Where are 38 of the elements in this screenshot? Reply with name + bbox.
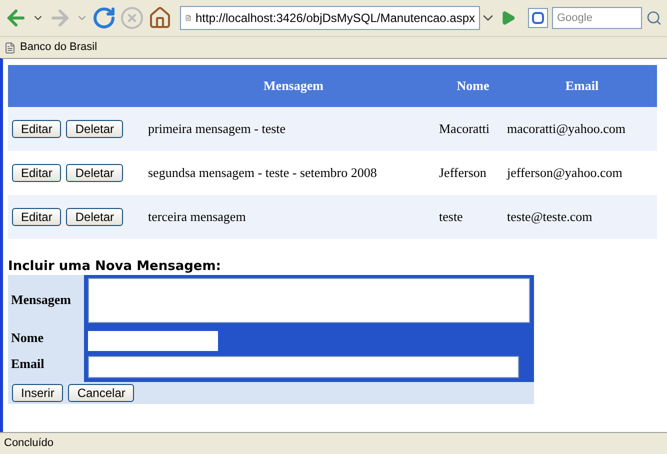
bookmark-link[interactable]: Banco do Brasil [20, 39, 98, 56]
delete-button[interactable]: Deletar [66, 208, 124, 226]
column-header: Nome [456, 78, 490, 94]
table-cell: terceira mensagem [148, 209, 246, 224]
table-cell: primeira mensagem - teste [148, 121, 286, 136]
search-engine-icon[interactable] [528, 8, 548, 28]
message-field[interactable] [88, 278, 530, 323]
insert-button[interactable]: Inserir [12, 384, 64, 402]
search-icon[interactable] [646, 10, 662, 26]
go-icon[interactable] [500, 10, 516, 26]
field-label: Mensagem [11, 291, 71, 310]
field-label: Nome [11, 329, 44, 348]
field-label: Email [11, 355, 44, 374]
table-cell: segundsa mensagem - teste - setembro 2008 [148, 165, 377, 180]
form-title: Incluir uma Nova Mensagem: [8, 259, 222, 275]
reload-icon[interactable] [92, 6, 116, 30]
table-cell: macoratti@yahoo.com [507, 121, 626, 136]
table-cell: jefferson@yahoo.com [507, 165, 622, 180]
home-icon[interactable] [148, 6, 172, 30]
column-header: Email [565, 78, 599, 94]
edit-button[interactable]: Editar [12, 164, 62, 182]
search-field[interactable]: Google [552, 7, 642, 29]
table-cell: Jefferson [439, 165, 486, 180]
status-text: Concluído [4, 436, 54, 452]
page-icon [4, 42, 16, 54]
table-cell: teste [439, 209, 463, 224]
delete-button[interactable]: Deletar [66, 120, 124, 138]
table-cell: teste@teste.com [507, 209, 592, 224]
edit-button[interactable]: Editar [12, 208, 62, 226]
url-text: http://localhost:3426/objDsMySQL/Manutencao.aspx [196, 10, 475, 27]
column-header: Mensagem [264, 78, 324, 94]
email-field[interactable] [88, 356, 519, 378]
edit-button[interactable]: Editar [12, 120, 62, 138]
table-cell: Macoratti [439, 121, 490, 136]
delete-button[interactable]: Deletar [66, 164, 124, 182]
cancel-button[interactable]: Cancelar [68, 384, 134, 402]
name-field[interactable] [88, 331, 218, 351]
address-bar[interactable]: http://localhost:3426/objDsMySQL/Manutencao.aspx [180, 6, 480, 30]
